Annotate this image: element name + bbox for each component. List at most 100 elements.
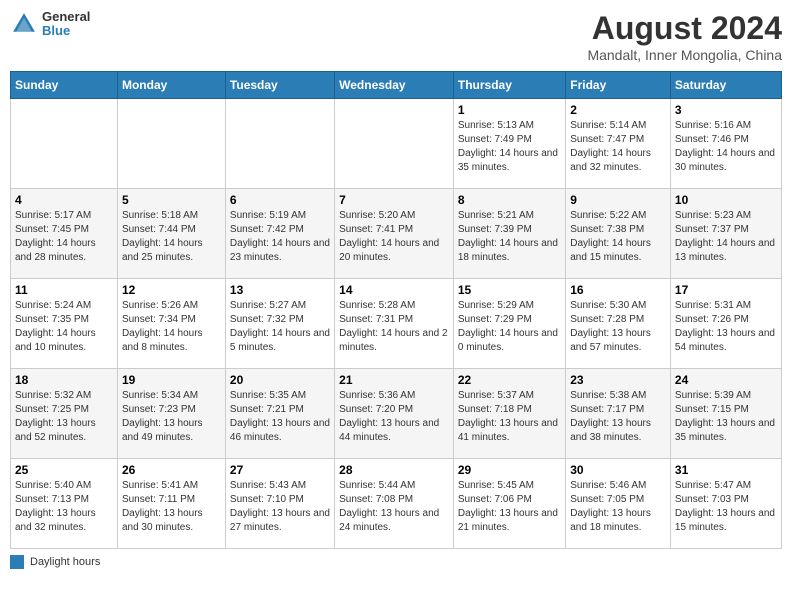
- calendar-cell: [11, 99, 118, 189]
- day-number: 24: [675, 373, 777, 387]
- sunset-text: Sunset: 7:35 PM: [15, 314, 89, 325]
- calendar-cell: 2 Sunrise: 5:14 AM Sunset: 7:47 PM Dayli…: [566, 99, 671, 189]
- calendar-cell: 17 Sunrise: 5:31 AM Sunset: 7:26 PM Dayl…: [670, 279, 781, 369]
- day-number: 11: [15, 283, 113, 297]
- sunset-text: Sunset: 7:17 PM: [570, 404, 644, 415]
- day-info: Sunrise: 5:30 AM Sunset: 7:28 PM Dayligh…: [570, 299, 666, 355]
- daylight-text: Daylight: 13 hours and 57 minutes.: [570, 328, 651, 353]
- calendar-cell: 5 Sunrise: 5:18 AM Sunset: 7:44 PM Dayli…: [117, 189, 225, 279]
- daylight-text: Daylight: 13 hours and 44 minutes.: [339, 418, 439, 443]
- daylight-text: Daylight: 14 hours and 20 minutes.: [339, 238, 439, 263]
- day-number: 12: [122, 283, 221, 297]
- logo-icon: [10, 10, 38, 38]
- day-info: Sunrise: 5:20 AM Sunset: 7:41 PM Dayligh…: [339, 209, 449, 265]
- day-number: 14: [339, 283, 449, 297]
- daylight-text: Daylight: 13 hours and 21 minutes.: [458, 508, 558, 533]
- page-subtitle: Mandalt, Inner Mongolia, China: [587, 47, 782, 63]
- sunrise-text: Sunrise: 5:35 AM: [230, 390, 306, 401]
- column-header-friday: Friday: [566, 72, 671, 99]
- sunrise-text: Sunrise: 5:29 AM: [458, 300, 534, 311]
- calendar-cell: 12 Sunrise: 5:26 AM Sunset: 7:34 PM Dayl…: [117, 279, 225, 369]
- daylight-text: Daylight: 13 hours and 32 minutes.: [15, 508, 96, 533]
- daylight-text: Daylight: 14 hours and 25 minutes.: [122, 238, 203, 263]
- sunset-text: Sunset: 7:29 PM: [458, 314, 532, 325]
- daylight-text: Daylight: 14 hours and 28 minutes.: [15, 238, 96, 263]
- sunrise-text: Sunrise: 5:44 AM: [339, 480, 415, 491]
- calendar-cell: 21 Sunrise: 5:36 AM Sunset: 7:20 PM Dayl…: [335, 369, 454, 459]
- daylight-text: Daylight: 14 hours and 10 minutes.: [15, 328, 96, 353]
- calendar-header-row: SundayMondayTuesdayWednesdayThursdayFrid…: [11, 72, 782, 99]
- day-number: 18: [15, 373, 113, 387]
- day-info: Sunrise: 5:41 AM Sunset: 7:11 PM Dayligh…: [122, 479, 221, 535]
- day-number: 3: [675, 103, 777, 117]
- sunset-text: Sunset: 7:20 PM: [339, 404, 413, 415]
- sunrise-text: Sunrise: 5:13 AM: [458, 120, 534, 131]
- sunrise-text: Sunrise: 5:16 AM: [675, 120, 751, 131]
- day-number: 28: [339, 463, 449, 477]
- sunset-text: Sunset: 7:31 PM: [339, 314, 413, 325]
- calendar-cell: [225, 99, 334, 189]
- day-info: Sunrise: 5:19 AM Sunset: 7:42 PM Dayligh…: [230, 209, 330, 265]
- sunset-text: Sunset: 7:18 PM: [458, 404, 532, 415]
- calendar-cell: 11 Sunrise: 5:24 AM Sunset: 7:35 PM Dayl…: [11, 279, 118, 369]
- calendar-cell: 19 Sunrise: 5:34 AM Sunset: 7:23 PM Dayl…: [117, 369, 225, 459]
- title-block: August 2024 Mandalt, Inner Mongolia, Chi…: [587, 10, 782, 63]
- day-number: 6: [230, 193, 330, 207]
- calendar-week-4: 18 Sunrise: 5:32 AM Sunset: 7:25 PM Dayl…: [11, 369, 782, 459]
- calendar-week-5: 25 Sunrise: 5:40 AM Sunset: 7:13 PM Dayl…: [11, 459, 782, 549]
- calendar-cell: 7 Sunrise: 5:20 AM Sunset: 7:41 PM Dayli…: [335, 189, 454, 279]
- calendar-cell: 29 Sunrise: 5:45 AM Sunset: 7:06 PM Dayl…: [453, 459, 565, 549]
- day-number: 16: [570, 283, 666, 297]
- day-info: Sunrise: 5:37 AM Sunset: 7:18 PM Dayligh…: [458, 389, 561, 445]
- day-number: 17: [675, 283, 777, 297]
- column-header-monday: Monday: [117, 72, 225, 99]
- sunset-text: Sunset: 7:10 PM: [230, 494, 304, 505]
- logo-line1: General: [42, 10, 90, 24]
- sunrise-text: Sunrise: 5:36 AM: [339, 390, 415, 401]
- daylight-text: Daylight: 14 hours and 15 minutes.: [570, 238, 651, 263]
- day-info: Sunrise: 5:13 AM Sunset: 7:49 PM Dayligh…: [458, 119, 561, 175]
- calendar-cell: 1 Sunrise: 5:13 AM Sunset: 7:49 PM Dayli…: [453, 99, 565, 189]
- sunrise-text: Sunrise: 5:20 AM: [339, 210, 415, 221]
- sunrise-text: Sunrise: 5:32 AM: [15, 390, 91, 401]
- sunrise-text: Sunrise: 5:26 AM: [122, 300, 198, 311]
- day-info: Sunrise: 5:40 AM Sunset: 7:13 PM Dayligh…: [15, 479, 113, 535]
- logo: General Blue: [10, 10, 90, 39]
- calendar-cell: 13 Sunrise: 5:27 AM Sunset: 7:32 PM Dayl…: [225, 279, 334, 369]
- day-info: Sunrise: 5:34 AM Sunset: 7:23 PM Dayligh…: [122, 389, 221, 445]
- day-info: Sunrise: 5:14 AM Sunset: 7:47 PM Dayligh…: [570, 119, 666, 175]
- day-info: Sunrise: 5:23 AM Sunset: 7:37 PM Dayligh…: [675, 209, 777, 265]
- column-header-tuesday: Tuesday: [225, 72, 334, 99]
- sunset-text: Sunset: 7:37 PM: [675, 224, 749, 235]
- calendar-cell: [335, 99, 454, 189]
- sunset-text: Sunset: 7:11 PM: [122, 494, 195, 505]
- calendar-cell: 6 Sunrise: 5:19 AM Sunset: 7:42 PM Dayli…: [225, 189, 334, 279]
- sunrise-text: Sunrise: 5:41 AM: [122, 480, 198, 491]
- daylight-text: Daylight: 14 hours and 35 minutes.: [458, 148, 558, 173]
- day-info: Sunrise: 5:36 AM Sunset: 7:20 PM Dayligh…: [339, 389, 449, 445]
- sunset-text: Sunset: 7:06 PM: [458, 494, 532, 505]
- sunset-text: Sunset: 7:26 PM: [675, 314, 749, 325]
- day-number: 13: [230, 283, 330, 297]
- day-info: Sunrise: 5:31 AM Sunset: 7:26 PM Dayligh…: [675, 299, 777, 355]
- sunrise-text: Sunrise: 5:43 AM: [230, 480, 306, 491]
- sunrise-text: Sunrise: 5:28 AM: [339, 300, 415, 311]
- day-number: 20: [230, 373, 330, 387]
- daylight-text: Daylight: 13 hours and 49 minutes.: [122, 418, 203, 443]
- calendar-cell: 14 Sunrise: 5:28 AM Sunset: 7:31 PM Dayl…: [335, 279, 454, 369]
- column-header-sunday: Sunday: [11, 72, 118, 99]
- sunset-text: Sunset: 7:41 PM: [339, 224, 413, 235]
- sunset-text: Sunset: 7:44 PM: [122, 224, 196, 235]
- day-number: 30: [570, 463, 666, 477]
- daylight-text: Daylight: 14 hours and 23 minutes.: [230, 238, 330, 263]
- day-number: 21: [339, 373, 449, 387]
- daylight-text: Daylight: 13 hours and 27 minutes.: [230, 508, 330, 533]
- sunrise-text: Sunrise: 5:14 AM: [570, 120, 646, 131]
- daylight-text: Daylight: 13 hours and 35 minutes.: [675, 418, 775, 443]
- sunset-text: Sunset: 7:21 PM: [230, 404, 304, 415]
- sunset-text: Sunset: 7:34 PM: [122, 314, 196, 325]
- day-info: Sunrise: 5:44 AM Sunset: 7:08 PM Dayligh…: [339, 479, 449, 535]
- sunset-text: Sunset: 7:49 PM: [458, 134, 532, 145]
- calendar-cell: 10 Sunrise: 5:23 AM Sunset: 7:37 PM Dayl…: [670, 189, 781, 279]
- calendar-cell: 4 Sunrise: 5:17 AM Sunset: 7:45 PM Dayli…: [11, 189, 118, 279]
